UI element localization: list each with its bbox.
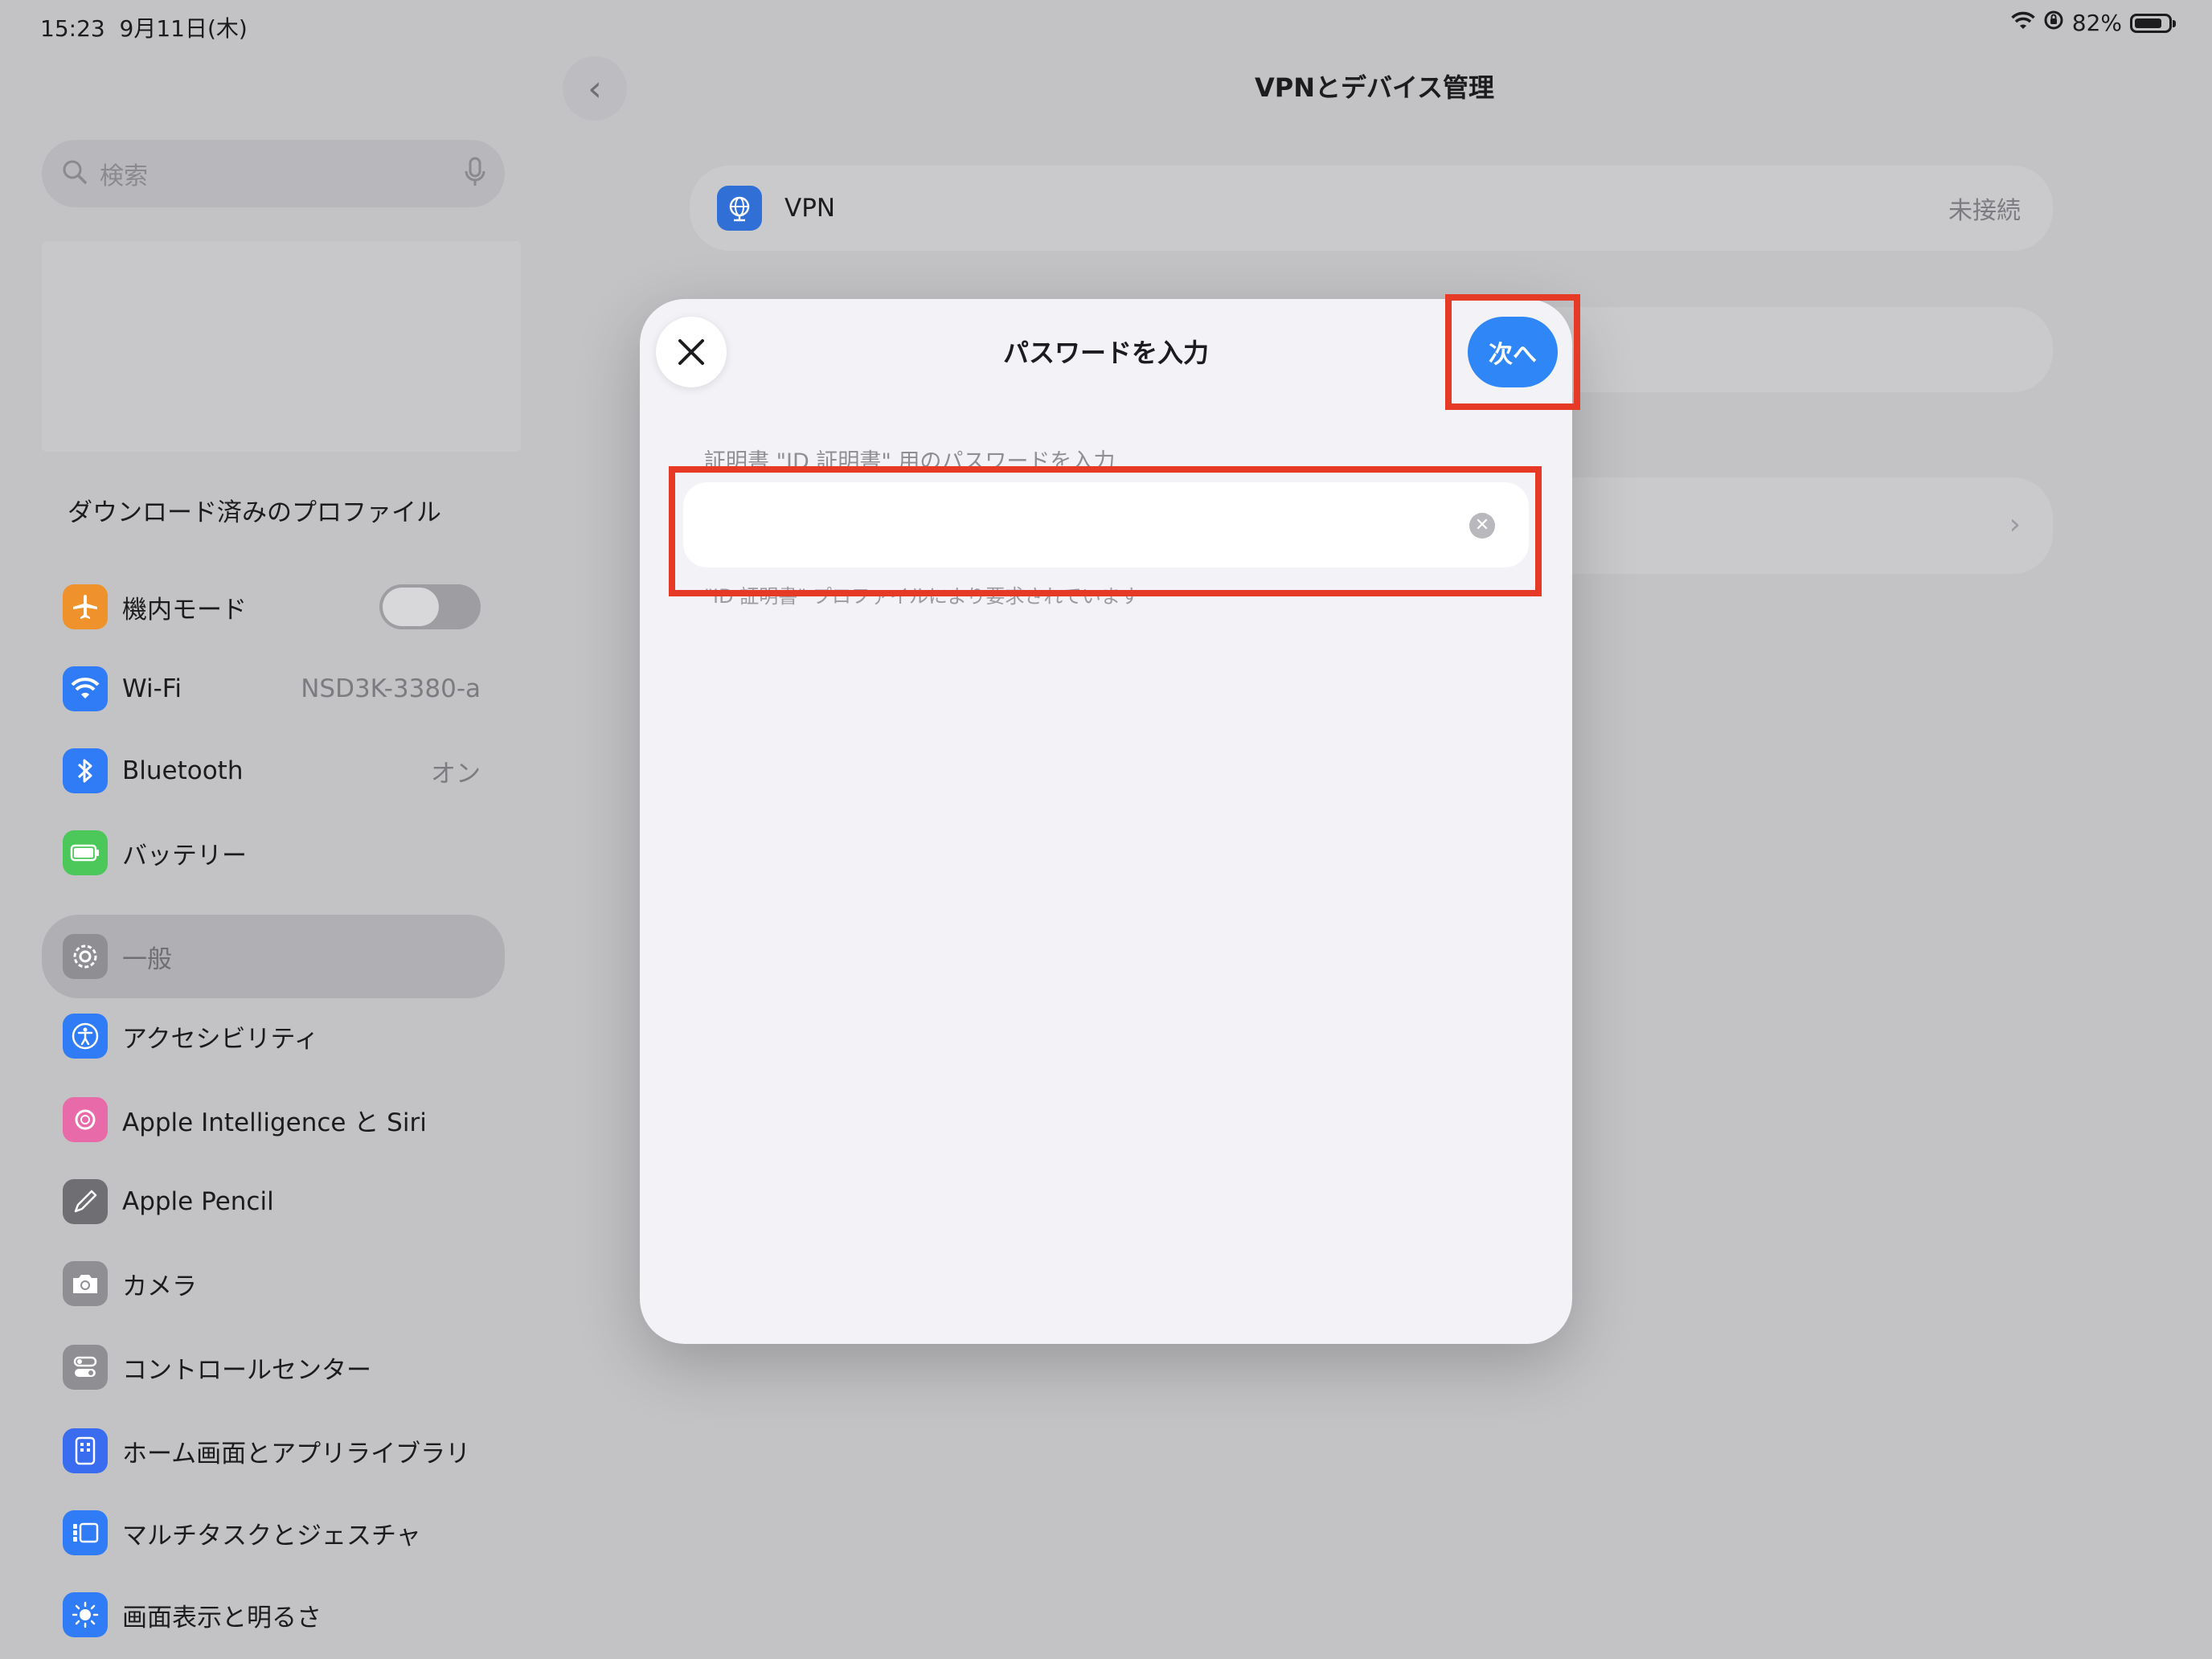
- sidebar-item-8[interactable]: カメラ: [42, 1247, 505, 1320]
- bluetooth-icon: [63, 748, 108, 793]
- sidebar-item-label: 画面表示と明るさ: [122, 1603, 322, 1632]
- sidebar-item-label: Wi-Fi: [122, 674, 182, 703]
- gear-icon: [63, 934, 108, 979]
- sidebar-item-10[interactable]: ホーム画面とアプリライブラリ: [42, 1415, 505, 1487]
- brightness-icon: [63, 1592, 108, 1637]
- sidebar-item-label: コントロールセンター: [122, 1355, 371, 1385]
- sheet-title: パスワードを入力: [1002, 338, 1209, 368]
- sidebar-item-value: オン: [431, 759, 481, 789]
- password-sheet: パスワードを入力 次へ 証明書 "ID 証明書" 用のパスワードを入力 ✕ "I…: [640, 299, 1572, 1344]
- sidebar-item-2[interactable]: Bluetooth オン: [42, 735, 505, 807]
- status-bar-right: 82%: [2011, 10, 2176, 36]
- vpn-row[interactable]: VPN 未接続: [690, 166, 2053, 251]
- sidebar-item-0[interactable]: 機内モード: [42, 571, 505, 643]
- sidebar-item-11[interactable]: マルチタスクとジェスチャ: [42, 1497, 505, 1569]
- pencil-icon: [63, 1179, 108, 1224]
- downloaded-profiles-label: ダウンロード済みのプロファイル: [68, 498, 441, 527]
- multitask-icon: [63, 1510, 108, 1555]
- vpn-globe-icon: [717, 186, 762, 231]
- accessibility-icon: [63, 1014, 108, 1059]
- search-placeholder: 検索: [100, 162, 148, 190]
- sidebar-item-label: 一般: [122, 944, 172, 974]
- sidebar-item-label: Apple Intelligence と Siri: [122, 1108, 427, 1137]
- sidebar-item-label: バッテリー: [122, 841, 247, 870]
- wifi-status-icon: [2011, 10, 2035, 36]
- battery-percentage: 82%: [2071, 10, 2122, 36]
- sidebar-item-6[interactable]: Apple Intelligence と Siri: [42, 1083, 505, 1156]
- back-button[interactable]: ‹: [563, 56, 627, 121]
- airplane-mode-toggle[interactable]: [379, 584, 481, 629]
- sidebar-item-label: 機内モード: [122, 595, 247, 625]
- sidebar-item-12[interactable]: 画面表示と明るさ: [42, 1579, 505, 1651]
- password-field-highlight: [669, 466, 1542, 596]
- sidebar-item-label: Bluetooth: [122, 756, 244, 785]
- status-date: 9月11日(木): [119, 15, 248, 42]
- vpn-label: VPN: [784, 194, 836, 223]
- control-center-icon: [63, 1345, 108, 1390]
- next-button-highlight: [1445, 294, 1580, 410]
- sidebar-item-value: NSD3K-3380-a: [301, 674, 481, 703]
- apple-intelligence-icon: [63, 1097, 108, 1142]
- vpn-status: 未接続: [1948, 197, 2021, 225]
- toggle-knob: [383, 588, 439, 626]
- profile-panel: [42, 241, 521, 452]
- sidebar-item-label: アクセシビリティ: [122, 1024, 319, 1054]
- search-icon: [61, 158, 88, 189]
- camera-icon: [63, 1261, 108, 1306]
- home-screen-icon: [63, 1428, 108, 1473]
- sidebar-item-label: カメラ: [122, 1272, 197, 1301]
- chevron-left-icon: ‹: [588, 68, 602, 109]
- sidebar-item-5[interactable]: アクセシビリティ: [42, 1000, 505, 1072]
- sidebar-item-label: マルチタスクとジェスチャ: [122, 1521, 421, 1550]
- sidebar-item-label: ホーム画面とアプリライブラリ: [122, 1439, 471, 1469]
- status-time: 15:23: [40, 15, 105, 42]
- sidebar-item-9[interactable]: コントロールセンター: [42, 1331, 505, 1403]
- wifi-icon: [63, 666, 108, 711]
- search-field[interactable]: 検索: [42, 140, 505, 207]
- sidebar-item-3[interactable]: バッテリー: [42, 817, 505, 889]
- sidebar-item-4[interactable]: 一般: [42, 915, 505, 998]
- status-bar-time: 15:23 9月11日(木): [40, 11, 248, 43]
- sidebar-item-label: Apple Pencil: [122, 1187, 274, 1216]
- page-title: VPNとデバイス管理: [1254, 72, 1495, 103]
- microphone-icon[interactable]: [465, 157, 485, 190]
- sidebar-item-7[interactable]: Apple Pencil: [42, 1165, 505, 1238]
- chevron-right-icon: ›: [2009, 508, 2021, 541]
- battery-fill: [2135, 18, 2161, 28]
- orientation-lock-icon: [2043, 10, 2064, 36]
- sidebar-item-1[interactable]: Wi-Fi NSD3K-3380-a: [42, 653, 505, 725]
- battery-icon: [63, 830, 108, 875]
- airplane-icon: [63, 584, 108, 629]
- battery-icon: [2130, 13, 2176, 33]
